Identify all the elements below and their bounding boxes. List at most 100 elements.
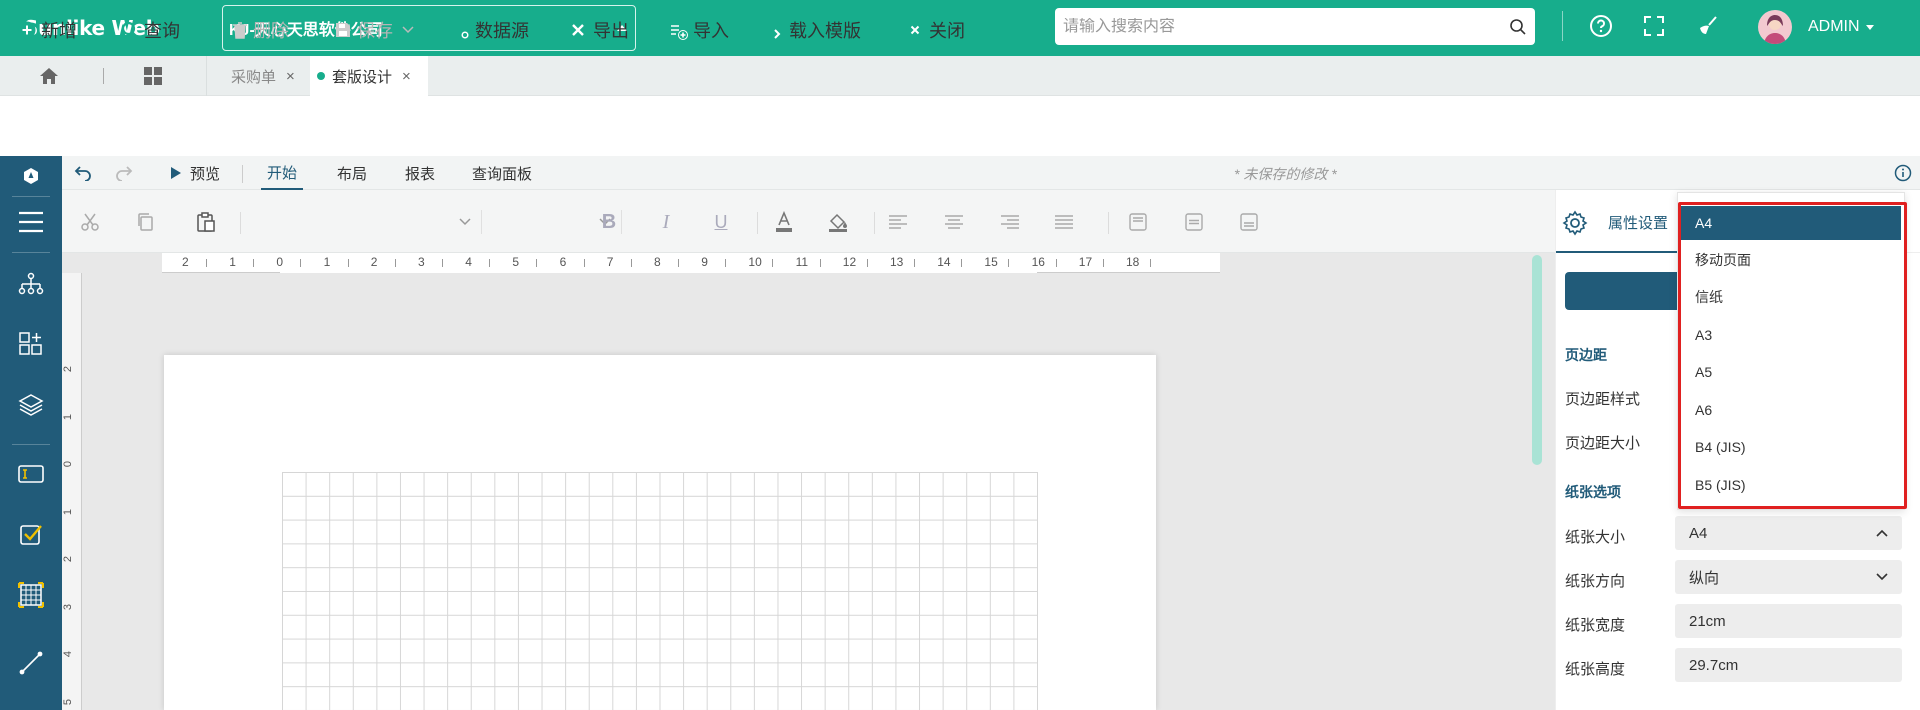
paste-icon[interactable] [194, 210, 218, 234]
font-family-select[interactable] [242, 210, 482, 234]
close-icon[interactable]: × [402, 68, 411, 85]
bold-icon[interactable]: B [597, 210, 621, 234]
paper-height-label: 纸张高度 [1565, 661, 1626, 678]
paper-size-select[interactable]: A4 [1675, 516, 1902, 550]
tab-purchase-order[interactable]: 采购单 × [207, 56, 310, 96]
ribbon-divider [242, 165, 243, 183]
ruler-tick [300, 259, 302, 267]
paper-width-field[interactable]: 21cm [1675, 604, 1902, 638]
underline-icon[interactable]: U [709, 210, 733, 234]
report-page[interactable] [164, 355, 1156, 710]
logo-icon[interactable] [15, 160, 47, 192]
help-icon[interactable] [1587, 12, 1615, 40]
ruler-tick-label: 5 [512, 255, 520, 269]
checkbox-icon[interactable] [15, 518, 47, 550]
menu-icon[interactable] [15, 206, 47, 238]
toolbar-divider [757, 212, 758, 234]
ruler-tick-label: 5 [62, 698, 75, 705]
import-button[interactable]: 导入 [666, 16, 729, 44]
orientation-select[interactable]: 纵向 [1675, 560, 1902, 594]
chevron-down-icon[interactable] [402, 26, 414, 34]
close-button[interactable]: 关闭 [906, 16, 965, 44]
ruler-tick-label: 17 [1078, 255, 1093, 269]
ruler-tick-label: 2 [182, 255, 189, 269]
action-toolbar [0, 96, 1920, 156]
paper-option-a5[interactable]: A5 [1678, 355, 1906, 389]
user-menu[interactable]: ADMIN [1758, 10, 1874, 44]
tab-template-design[interactable]: 套版设计 × [310, 56, 428, 96]
paper-option-letter[interactable]: 信纸 [1678, 280, 1906, 314]
global-search[interactable] [1055, 8, 1535, 45]
add-button[interactable]: 新增 [18, 16, 77, 44]
paper-option-a6[interactable]: A6 [1678, 393, 1906, 427]
load-template-button[interactable]: 载入模版 [766, 16, 861, 44]
hierarchy-icon[interactable] [15, 268, 47, 300]
ruler-tick [961, 259, 963, 267]
paper-size-dropdown[interactable]: A4 移动页面 信纸 A3 A5 A6 B4 (JIS) B5 (JIS) [1677, 192, 1905, 510]
delete-label: 删除 [253, 21, 289, 41]
ruler-tick [1008, 259, 1010, 267]
tab-report[interactable]: 报表 [405, 156, 435, 190]
line-icon[interactable] [15, 647, 47, 679]
ruler-tick [819, 259, 821, 267]
fill-color-icon[interactable] [826, 210, 850, 234]
datasource-button[interactable]: 数据源 [452, 16, 529, 44]
play-icon [171, 167, 181, 179]
load-template-label: 载入模版 [789, 21, 861, 41]
align-right-icon[interactable] [998, 210, 1022, 234]
valign-bottom-icon[interactable] [1237, 210, 1261, 234]
undo-icon[interactable] [74, 163, 92, 184]
valign-top-icon[interactable] [1126, 210, 1150, 234]
tab-layout[interactable]: 布局 [337, 156, 367, 190]
justify-icon[interactable] [1052, 210, 1076, 234]
paper-option-b4-jis[interactable]: B4 (JIS) [1678, 430, 1906, 464]
tab-start[interactable]: 开始 [261, 156, 304, 190]
export-button[interactable]: 导出 [568, 16, 629, 44]
apps-grid-icon[interactable] [142, 65, 164, 87]
tab-query-panel[interactable]: 查询面板 [472, 156, 532, 190]
home-icon[interactable] [38, 65, 60, 87]
search-icon[interactable] [1509, 18, 1527, 36]
ruler-tick [489, 259, 491, 267]
close-icon[interactable]: × [286, 68, 295, 85]
broom-clear-icon[interactable] [1694, 12, 1722, 40]
layers-icon[interactable] [15, 389, 47, 421]
align-center-icon[interactable] [942, 210, 966, 234]
search-icon [121, 21, 138, 38]
ruler-tick-label: 8 [654, 255, 661, 269]
query-button[interactable]: 查询 [121, 16, 180, 44]
preview-label: 预览 [190, 165, 221, 183]
trash-icon [233, 22, 247, 39]
components-icon[interactable] [15, 328, 47, 360]
copy-icon[interactable] [134, 210, 158, 234]
paper-height-field[interactable]: 29.7cm [1675, 648, 1902, 682]
table-icon[interactable] [15, 579, 47, 611]
paper-option-mobile[interactable]: 移动页面 [1678, 243, 1906, 277]
redo-icon[interactable] [115, 163, 133, 184]
orientation-value: 纵向 [1689, 569, 1720, 587]
delete-button[interactable]: 删除 [232, 16, 289, 44]
valign-middle-icon[interactable] [1182, 210, 1206, 234]
paper-option-b5-jis[interactable]: B5 (JIS) [1678, 468, 1906, 502]
info-icon[interactable] [1894, 164, 1912, 185]
font-color-icon[interactable] [772, 210, 796, 234]
preview-button[interactable]: 预览 [170, 156, 220, 190]
textbox-icon[interactable] [15, 458, 47, 490]
italic-icon[interactable]: I [654, 210, 678, 234]
detail-grid[interactable] [282, 472, 1038, 710]
paper-option-a3[interactable]: A3 [1678, 318, 1906, 352]
cut-icon[interactable] [78, 210, 102, 234]
add-label: 新增 [41, 21, 77, 41]
ruler-tick [630, 259, 632, 267]
paper-option-a4[interactable]: A4 [1681, 206, 1901, 240]
design-canvas[interactable]: 2 1 0 1 2 3 4 5 6 7 8 9 10 11 12 13 14 15 16 17 18 21012345 [62, 253, 1555, 710]
properties-title[interactable]: 属性设置 [1608, 212, 1668, 233]
search-input[interactable] [1063, 17, 1509, 36]
align-left-icon[interactable] [886, 210, 910, 234]
vertical-scrollbar[interactable] [1532, 255, 1542, 465]
ruler-tick [1055, 259, 1057, 267]
ruler-tick [725, 259, 727, 267]
fullscreen-icon[interactable] [1640, 12, 1668, 40]
save-button[interactable]: 保存 [334, 16, 419, 44]
ruler-tick-label: 9 [701, 255, 708, 269]
